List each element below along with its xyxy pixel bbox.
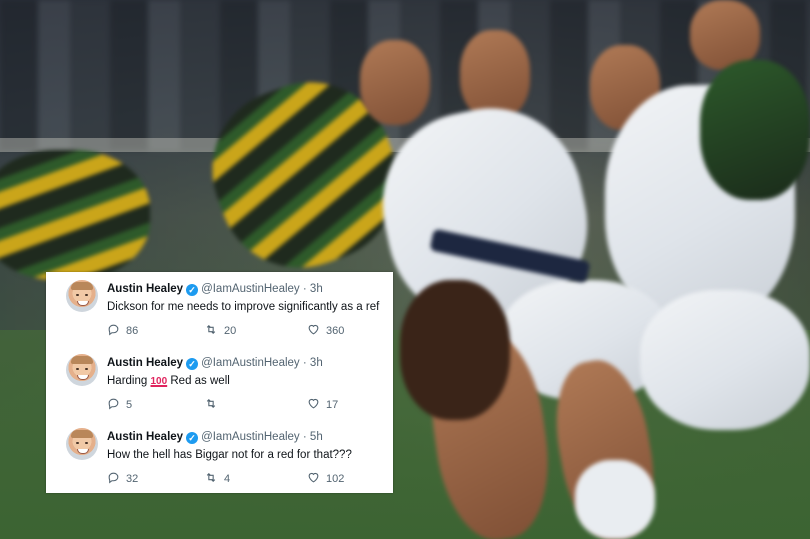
- reply-count: 32: [126, 473, 139, 485]
- tweet[interactable]: Austin Healey ✓ @IamAustinHealey · 5h How …: [46, 420, 393, 493]
- retweet-icon: [206, 472, 216, 483]
- like-button[interactable]: 17: [307, 397, 338, 411]
- like-icon: [308, 324, 319, 335]
- tweet-header: Austin Healey ✓ @IamAustinHealey · 3h: [107, 282, 323, 296]
- retweet-count: 20: [224, 325, 237, 337]
- tweet[interactable]: Austin Healey ✓ @IamAustinHealey · 3h Dick…: [46, 272, 393, 345]
- tweet-actions: 32 4 102: [107, 471, 387, 485]
- player-green-jersey: [700, 60, 810, 200]
- verified-badge-icon: ✓: [186, 358, 199, 370]
- author-name[interactable]: Austin Healey: [107, 357, 183, 369]
- tweet[interactable]: Austin Healey ✓ @IamAustinHealey · 3h Hard…: [46, 346, 393, 419]
- retweet-button[interactable]: 4: [204, 471, 230, 485]
- tweet-text: Dickson for me needs to improve signific…: [107, 301, 380, 313]
- avatar[interactable]: [66, 354, 98, 386]
- tweet-actions: 86 20 360: [107, 323, 387, 337]
- like-button[interactable]: 360: [307, 323, 344, 337]
- tweet-header: Austin Healey ✓ @IamAustinHealey · 5h: [107, 430, 323, 444]
- reply-button[interactable]: 86: [107, 323, 138, 337]
- player-head: [460, 30, 530, 120]
- verified-badge-icon: ✓: [186, 284, 199, 296]
- avatar[interactable]: [66, 280, 98, 312]
- reply-icon: [108, 472, 119, 484]
- retweet-icon: [206, 398, 216, 409]
- hundred-points-emoji: 100: [150, 376, 168, 387]
- verified-badge-icon: ✓: [186, 432, 199, 444]
- like-icon: [308, 398, 319, 409]
- retweet-button[interactable]: 20: [204, 323, 236, 337]
- tweet-text-before: Harding: [107, 375, 148, 387]
- retweet-count: 4: [224, 473, 231, 485]
- author-handle[interactable]: @IamAustinHealey: [201, 431, 300, 443]
- tweet-text-after: Red as well: [170, 375, 230, 387]
- reply-icon: [108, 398, 119, 410]
- player-head: [360, 40, 430, 125]
- reply-button[interactable]: 5: [107, 397, 132, 411]
- reply-count: 5: [126, 399, 133, 411]
- reply-count: 86: [126, 325, 139, 337]
- tweet-time[interactable]: 3h: [310, 357, 323, 369]
- reply-button[interactable]: 32: [107, 471, 138, 485]
- player-dark-shorts: [400, 280, 510, 420]
- like-button[interactable]: 102: [307, 471, 344, 485]
- like-icon: [308, 472, 319, 483]
- author-name[interactable]: Austin Healey: [107, 431, 183, 443]
- tweet-text: How the hell has Biggar not for a red fo…: [107, 449, 352, 461]
- tweet-time[interactable]: 5h: [310, 431, 323, 443]
- retweet-icon: [206, 324, 216, 335]
- player-left-jersey: [0, 150, 150, 280]
- tweet-header: Austin Healey ✓ @IamAustinHealey · 3h: [107, 356, 323, 370]
- tweets-card: Austin Healey ✓ @IamAustinHealey · 3h Dick…: [46, 272, 393, 493]
- author-name[interactable]: Austin Healey: [107, 283, 183, 295]
- like-count: 17: [326, 399, 339, 411]
- avatar[interactable]: [66, 428, 98, 460]
- retweet-button[interactable]: [204, 397, 224, 411]
- tweet-time[interactable]: 3h: [310, 283, 323, 295]
- separator: ·: [302, 431, 307, 443]
- reply-icon: [108, 324, 119, 336]
- player-sock: [575, 460, 655, 539]
- like-count: 102: [326, 473, 345, 485]
- separator: ·: [302, 357, 307, 369]
- like-count: 360: [326, 325, 345, 337]
- tweet-text: Harding 100 Red as well: [107, 374, 230, 389]
- author-handle[interactable]: @IamAustinHealey: [201, 283, 300, 295]
- player-white-shorts: [640, 290, 810, 430]
- tweet-actions: 5 17: [107, 397, 387, 411]
- author-handle[interactable]: @IamAustinHealey: [201, 357, 300, 369]
- separator: ·: [302, 283, 307, 295]
